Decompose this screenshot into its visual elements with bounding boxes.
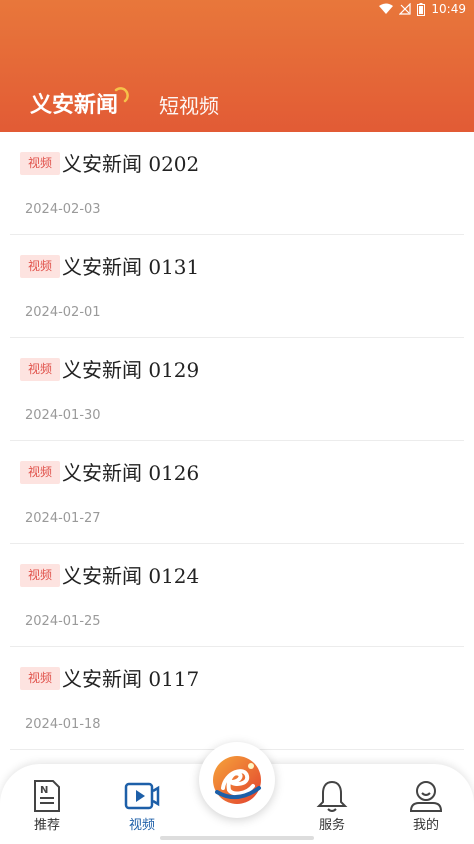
news-icon: N [34, 780, 60, 812]
video-badge: 视频 [20, 255, 60, 278]
video-badge: 视频 [20, 358, 60, 381]
list-item[interactable]: 视频 义安新闻 0129 2024-01-30 [10, 338, 464, 441]
nav-recommend[interactable]: N 推荐 [7, 778, 87, 833]
app-logo-icon [213, 756, 261, 804]
item-title: 义安新闻 0129 [62, 358, 200, 382]
bell-icon [316, 780, 348, 812]
list-item[interactable]: 视频 义安新闻 0117 2024-01-18 [10, 647, 464, 750]
item-title: 义安新闻 0124 [62, 564, 200, 588]
user-icon [409, 781, 443, 812]
nav-label-service: 服务 [318, 818, 345, 833]
signal-off-icon [399, 3, 412, 15]
tab-bar: 义安新闻 短视频 [0, 84, 474, 124]
home-indicator [160, 836, 314, 840]
video-badge: 视频 [20, 667, 60, 690]
list-item[interactable]: 视频 义安新闻 0131 2024-02-01 [10, 235, 464, 338]
status-time: 10:49 [431, 2, 466, 16]
header: 10:49 义安新闻 短视频 [0, 0, 474, 132]
item-date: 2024-02-03 [25, 202, 101, 217]
video-icon [124, 782, 160, 810]
center-home-button[interactable] [199, 742, 275, 818]
item-date: 2024-01-30 [25, 408, 101, 423]
wifi-icon [379, 3, 394, 14]
item-date: 2024-02-01 [25, 305, 101, 320]
item-title: 义安新闻 0131 [62, 255, 200, 279]
video-badge: 视频 [20, 461, 60, 484]
tab-yian-news[interactable]: 义安新闻 [30, 84, 118, 128]
list-item[interactable]: 视频 义安新闻 0124 2024-01-25 [10, 544, 464, 647]
item-title: 义安新闻 0117 [62, 667, 200, 691]
tab-active-indicator-icon [114, 87, 129, 103]
nav-label-mine: 我的 [412, 818, 439, 833]
video-badge: 视频 [20, 152, 60, 175]
tab-short-video[interactable]: 短视频 [159, 84, 219, 128]
item-date: 2024-01-18 [25, 717, 101, 732]
item-date: 2024-01-25 [25, 614, 101, 629]
item-date: 2024-01-27 [25, 511, 101, 526]
battery-icon [417, 2, 426, 16]
video-badge: 视频 [20, 564, 60, 587]
status-bar: 10:49 [0, 0, 474, 20]
nav-video[interactable]: 视频 [102, 778, 182, 833]
item-title: 义安新闻 0202 [62, 152, 200, 176]
nav-mine[interactable]: 我的 [386, 778, 466, 833]
list-item[interactable]: 视频 义安新闻 0126 2024-01-27 [10, 441, 464, 544]
nav-label-recommend: 推荐 [33, 818, 60, 833]
item-title: 义安新闻 0126 [62, 461, 200, 485]
nav-label-video: 视频 [128, 818, 155, 833]
list-item[interactable]: 视频 义安新闻 0202 2024-02-03 [10, 132, 464, 235]
svg-text:N: N [40, 785, 48, 796]
news-list: 视频 义安新闻 0202 2024-02-03 视频 义安新闻 0131 202… [0, 132, 474, 750]
nav-service[interactable]: 服务 [292, 778, 372, 833]
